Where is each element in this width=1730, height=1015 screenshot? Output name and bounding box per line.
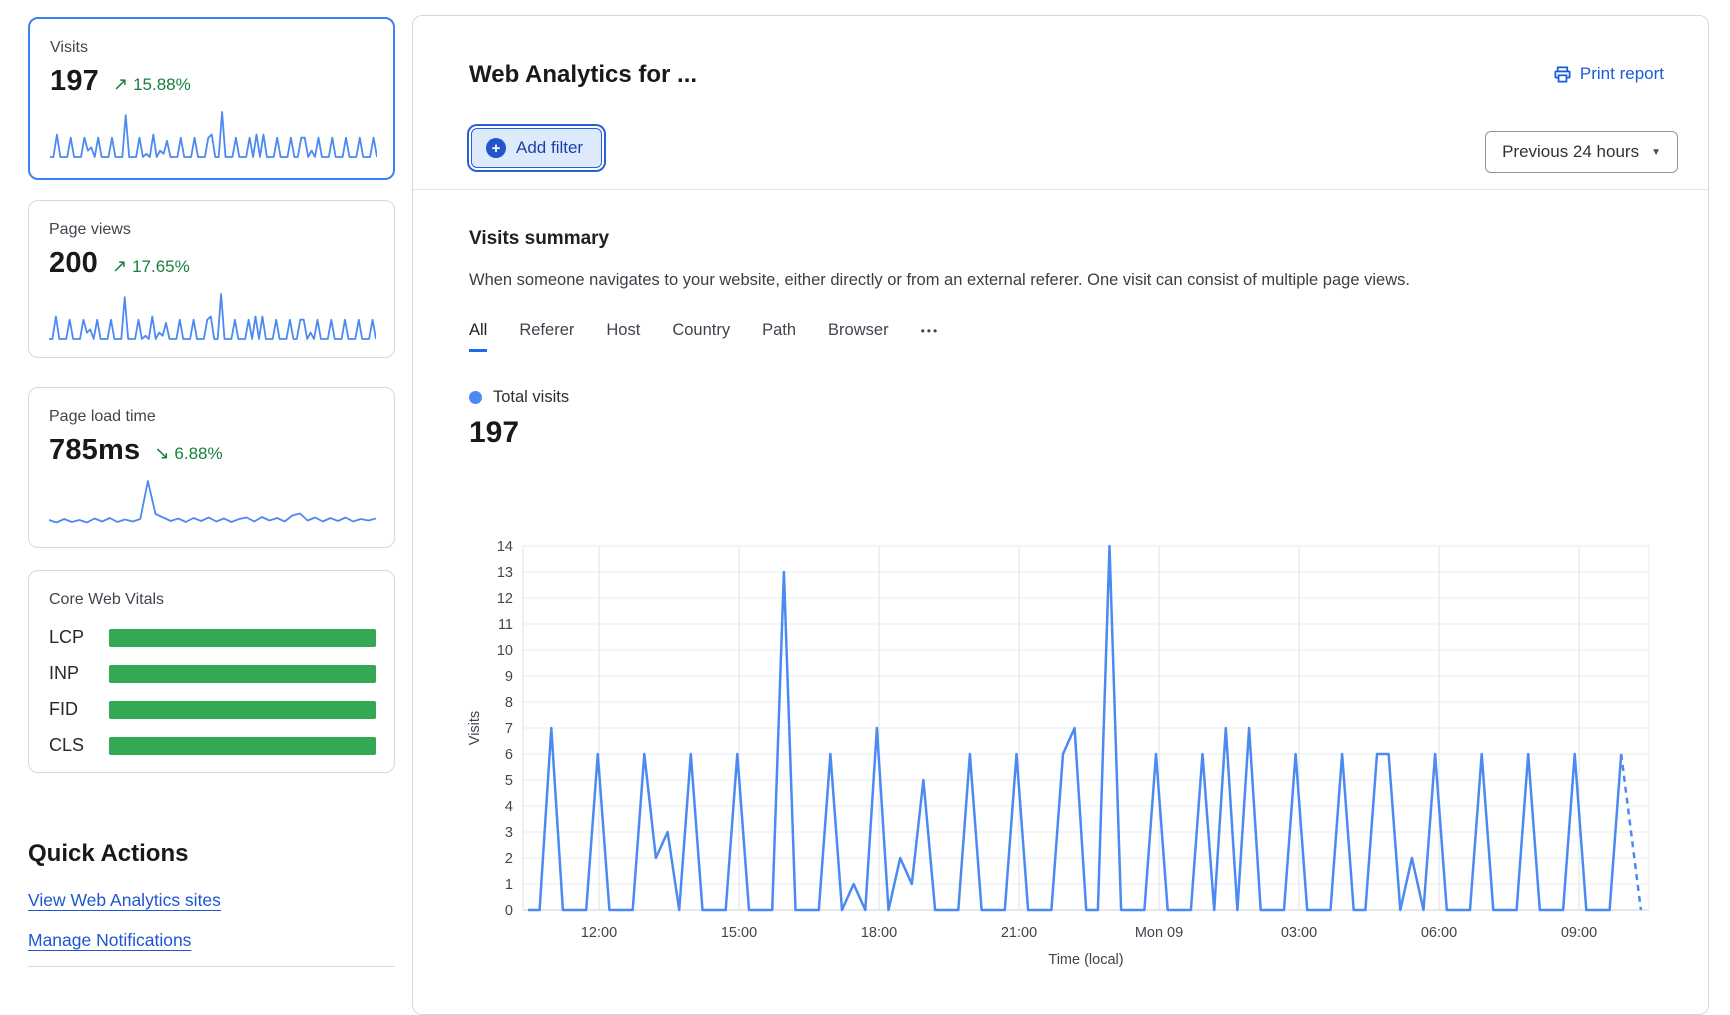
chevron-down-icon: ▼	[1651, 147, 1661, 158]
printer-icon	[1553, 65, 1572, 84]
trend-up-icon: ↗	[112, 256, 127, 276]
svg-text:12:00: 12:00	[581, 925, 617, 941]
tab-country[interactable]: Country	[672, 321, 730, 352]
tab-referer[interactable]: Referer	[519, 321, 574, 352]
header-divider	[413, 189, 1708, 190]
cwv-row-lcp: LCP	[49, 627, 376, 648]
cwv-label: INP	[49, 663, 109, 684]
legend-label: Total visits	[493, 388, 569, 407]
cwv-bar-good	[109, 737, 376, 755]
svg-text:09:00: 09:00	[1561, 925, 1597, 941]
svg-text:Mon 09: Mon 09	[1135, 925, 1183, 941]
cwv-title: Core Web Vitals	[49, 591, 376, 609]
svg-text:6: 6	[505, 747, 513, 763]
svg-text:7: 7	[505, 721, 513, 737]
svg-text:13: 13	[497, 565, 513, 581]
chart-legend: Total visits	[469, 388, 569, 407]
trend-up-icon: ↗	[113, 74, 128, 94]
cwv-row-cls: CLS	[49, 735, 376, 756]
cwv-label: CLS	[49, 735, 109, 756]
metric-value: 197	[50, 65, 99, 98]
cwv-row-fid: FID	[49, 699, 376, 720]
metric-title: Page views	[49, 221, 376, 239]
visits-sparkline	[50, 108, 377, 160]
cwv-label: LCP	[49, 627, 109, 648]
cwv-label: FID	[49, 699, 109, 720]
tab-host[interactable]: Host	[606, 321, 640, 352]
svg-text:0: 0	[505, 903, 513, 919]
page-views-sparkline	[49, 290, 376, 342]
metric-value: 200	[49, 247, 98, 280]
svg-text:4: 4	[505, 799, 513, 815]
print-report-button[interactable]: Print report	[1553, 64, 1664, 84]
metric-trend: ↗15.88%	[113, 74, 191, 95]
cwv-metric-list: LCP INP FID CLS	[49, 627, 376, 756]
core-web-vitals-card[interactable]: Core Web Vitals LCP INP FID CLS	[28, 570, 395, 773]
view-web-analytics-sites-link[interactable]: View Web Analytics sites	[28, 890, 221, 911]
legend-dot-icon	[469, 391, 482, 404]
web-analytics-panel: Web Analytics for ... Print report + Add…	[412, 15, 1709, 1015]
visits-summary-description: When someone navigates to your website, …	[469, 271, 1410, 290]
tab-path[interactable]: Path	[762, 321, 796, 352]
svg-text:11: 11	[498, 617, 513, 633]
svg-text:3: 3	[505, 825, 513, 841]
svg-text:5: 5	[505, 773, 513, 789]
cwv-bar-good	[109, 701, 376, 719]
metric-trend: ↘6.88%	[154, 443, 222, 464]
svg-text:21:00: 21:00	[1001, 925, 1037, 941]
svg-text:15:00: 15:00	[721, 925, 757, 941]
page-load-sparkline	[49, 477, 376, 529]
visits-summary-title: Visits summary	[469, 228, 609, 250]
svg-text:06:00: 06:00	[1421, 925, 1457, 941]
svg-text:03:00: 03:00	[1281, 925, 1317, 941]
svg-text:Visits: Visits	[467, 711, 483, 745]
metric-title: Visits	[50, 39, 375, 57]
metric-title: Page load time	[49, 408, 376, 426]
dimension-tabs: All Referer Host Country Path Browser •••	[469, 321, 939, 352]
svg-text:2: 2	[505, 851, 513, 867]
manage-notifications-link[interactable]: Manage Notifications	[28, 930, 191, 951]
svg-text:8: 8	[505, 695, 513, 711]
metric-card-page-load-time[interactable]: Page load time 785ms ↘6.88%	[28, 387, 395, 548]
svg-text:1: 1	[505, 877, 513, 893]
more-tabs-button[interactable]: •••	[921, 324, 940, 350]
quick-actions-title: Quick Actions	[28, 840, 188, 868]
trend-down-icon: ↘	[154, 443, 169, 463]
page-title: Web Analytics for ...	[469, 61, 697, 89]
time-range-dropdown[interactable]: Previous 24 hours ▼	[1485, 131, 1678, 173]
tab-browser[interactable]: Browser	[828, 321, 889, 352]
svg-text:9: 9	[505, 669, 513, 685]
metric-trend: ↗17.65%	[112, 256, 190, 277]
svg-text:12: 12	[497, 591, 513, 607]
add-filter-button[interactable]: + Add filter	[471, 128, 602, 168]
metric-value: 785ms	[49, 434, 140, 467]
visits-line-chart[interactable]: 0123456789101112131412:0015:0018:0021:00…	[453, 534, 1703, 986]
total-visits-value: 197	[469, 416, 519, 450]
svg-text:Time (local): Time (local)	[1048, 952, 1123, 968]
cwv-bar-good	[109, 629, 376, 647]
svg-text:10: 10	[497, 643, 513, 659]
metric-card-visits[interactable]: Visits 197 ↗15.88%	[28, 17, 395, 180]
sidebar-divider	[28, 966, 395, 967]
cwv-row-inp: INP	[49, 663, 376, 684]
tab-all[interactable]: All	[469, 321, 487, 352]
metric-card-page-views[interactable]: Page views 200 ↗17.65%	[28, 200, 395, 358]
svg-text:14: 14	[497, 539, 513, 555]
plus-circle-icon: +	[486, 138, 506, 158]
svg-text:18:00: 18:00	[861, 925, 897, 941]
cwv-bar-good	[109, 665, 376, 683]
